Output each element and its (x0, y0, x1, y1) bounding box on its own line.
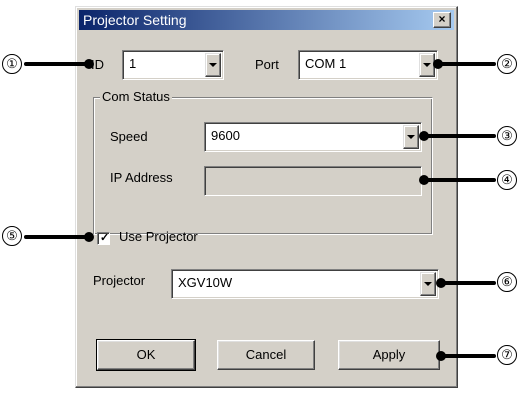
callout-5-line (24, 235, 88, 239)
ip-address-label: IP Address (110, 170, 173, 185)
use-projector-checkbox[interactable]: ✓ (97, 232, 110, 245)
port-label: Port (255, 57, 279, 72)
callout-5-dot (84, 232, 94, 242)
projector-value: XGV10W (178, 275, 233, 290)
callout-3: ③ (497, 126, 517, 146)
callout-3-line (424, 134, 496, 138)
projector-dropdown[interactable]: XGV10W (171, 269, 439, 299)
speed-value: 9600 (211, 128, 240, 143)
window-title: Projector Setting (83, 12, 187, 28)
id-value: 1 (129, 56, 137, 71)
callout-2: ② (497, 54, 517, 74)
id-dropdown[interactable]: 1 (122, 50, 224, 80)
cancel-button[interactable]: Cancel (217, 340, 315, 370)
ok-button[interactable]: OK (96, 339, 196, 371)
callout-1-line (24, 62, 88, 66)
id-dropdown-button[interactable] (205, 53, 221, 77)
checkmark-icon: ✓ (100, 232, 110, 244)
callout-6: ⑥ (497, 272, 517, 292)
apply-button[interactable]: Apply (338, 340, 440, 370)
callout-1: ① (2, 54, 22, 74)
callout-1-dot (84, 59, 94, 69)
close-button[interactable]: × (433, 12, 451, 28)
callout-5: ⑤ (2, 226, 22, 246)
projector-setting-dialog: Projector Setting × ID 1 Port COM 1 Com … (75, 6, 458, 388)
chevron-down-icon (407, 135, 415, 139)
callout-7: ⑦ (497, 345, 517, 365)
callout-2-line (438, 62, 496, 66)
ip-address-field[interactable] (204, 166, 422, 196)
speed-dropdown-button[interactable] (403, 125, 419, 149)
callout-4-line (424, 178, 496, 182)
chevron-down-icon (424, 282, 432, 286)
callout-7-line (441, 354, 496, 358)
projector-dropdown-button[interactable] (420, 272, 436, 296)
title-bar[interactable]: Projector Setting × (79, 10, 454, 30)
projector-label: Projector (93, 273, 146, 288)
chevron-down-icon (209, 63, 217, 67)
chevron-down-icon (423, 63, 431, 67)
port-value: COM 1 (305, 56, 347, 71)
callout-4: ④ (497, 170, 517, 190)
speed-label: Speed (110, 129, 148, 144)
callout-6-line (441, 281, 496, 285)
port-dropdown[interactable]: COM 1 (298, 50, 438, 80)
com-status-group-label: Com Status (100, 89, 172, 104)
use-projector-label[interactable]: Use Projector (119, 229, 198, 245)
close-icon: × (438, 12, 446, 26)
speed-dropdown[interactable]: 9600 (204, 122, 422, 152)
